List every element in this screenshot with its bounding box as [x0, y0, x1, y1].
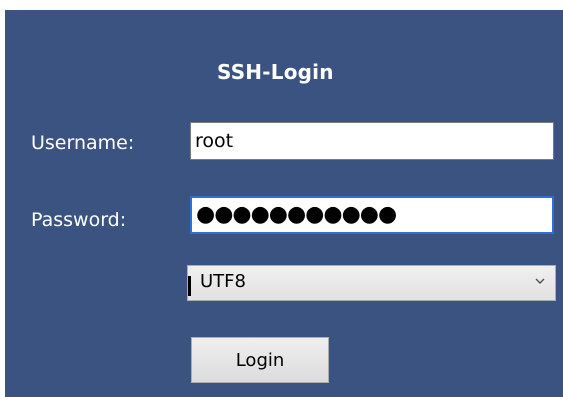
password-field[interactable]: ●●●●●●●●●●●: [190, 196, 554, 234]
encoding-selected-value: UTF8: [200, 271, 246, 292]
password-mask: ●●●●●●●●●●●: [196, 202, 397, 227]
dialog-title: SSH-Login: [217, 60, 334, 84]
username-field[interactable]: root: [190, 122, 554, 160]
select-focus-marker: [188, 276, 191, 296]
chevron-down-icon: [535, 278, 545, 284]
password-label: Password:: [31, 209, 127, 231]
username-value: root: [195, 130, 234, 152]
encoding-select[interactable]: UTF8: [187, 265, 556, 301]
username-label: Username:: [31, 132, 135, 154]
login-panel: SSH-Login Username: root Password: ●●●●●…: [0, 10, 563, 397]
login-button[interactable]: Login: [191, 337, 329, 383]
ssh-login-window: SSH-Login Username: root Password: ●●●●●…: [0, 0, 563, 397]
